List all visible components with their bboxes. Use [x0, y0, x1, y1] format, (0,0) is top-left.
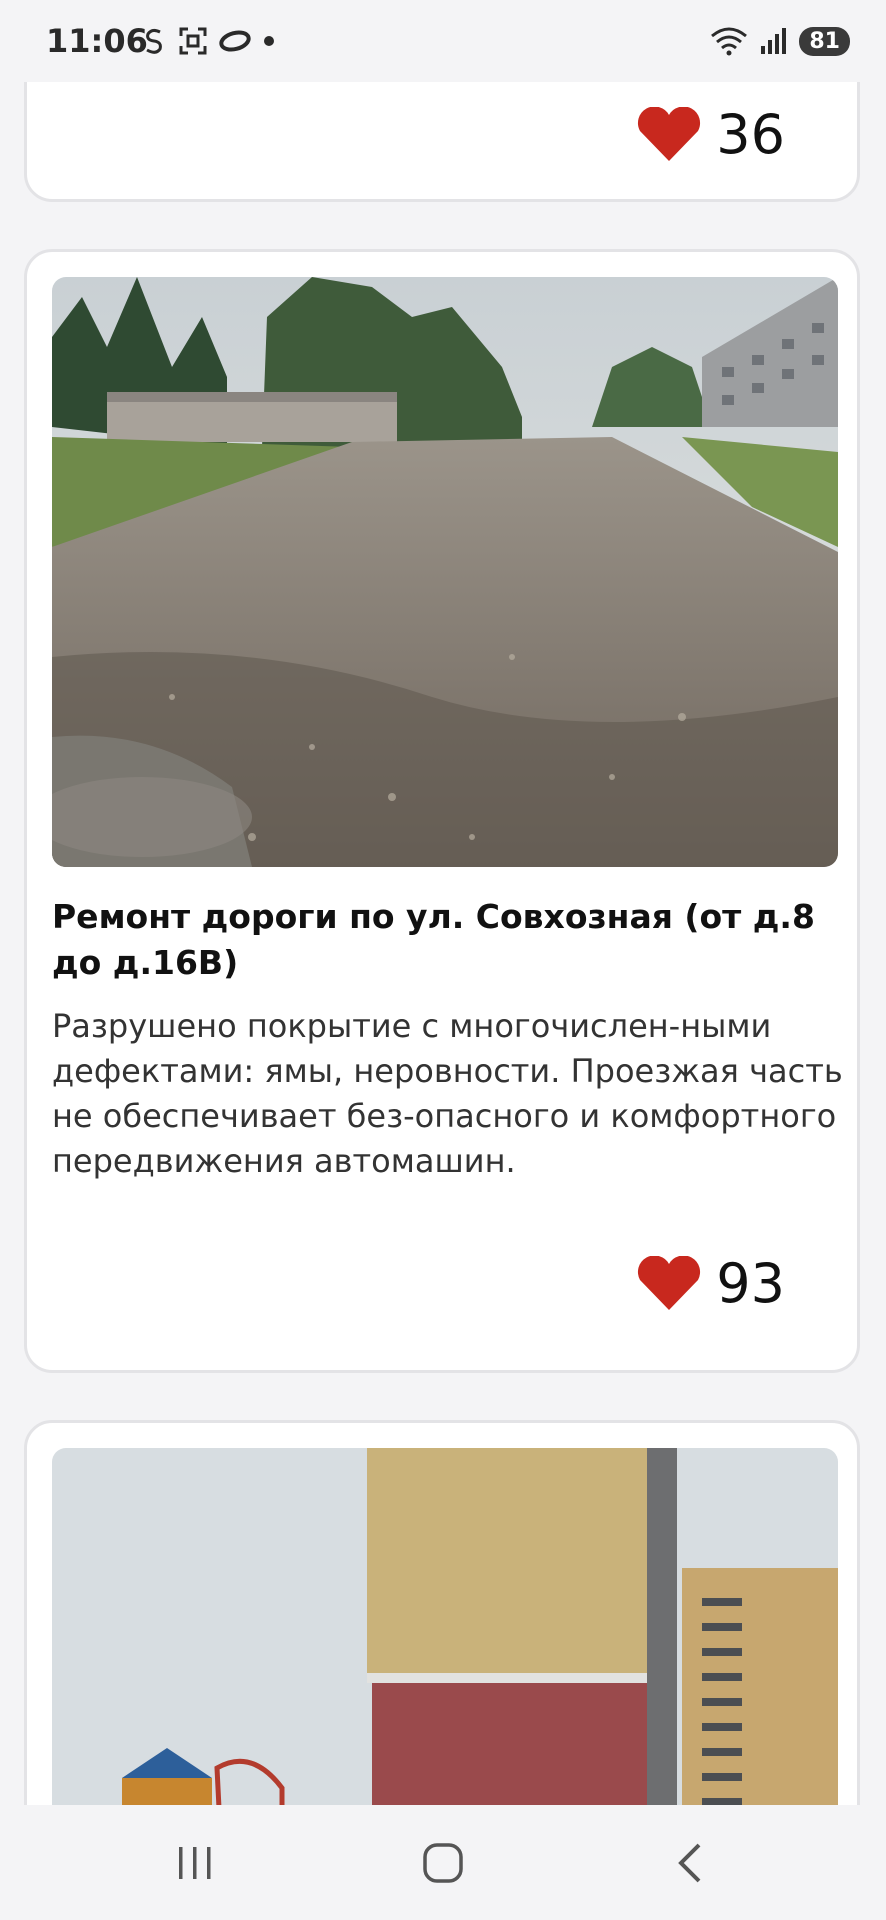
screenshot-icon: [179, 27, 207, 55]
navigation-bar: [0, 1805, 886, 1920]
project-photo[interactable]: [52, 1448, 838, 1805]
project-card[interactable]: [24, 1420, 860, 1805]
status-icons-left: [140, 26, 276, 56]
battery-level: 81: [799, 26, 850, 56]
s-circle-icon: [146, 28, 162, 54]
signal-icon: [761, 28, 787, 54]
content-feed[interactable]: 36 Ремонт дороги по ул. Совхозная (от д.…: [0, 0, 886, 1805]
status-icons-right: 81: [709, 26, 850, 56]
home-button[interactable]: [398, 1805, 488, 1920]
heart-icon: [638, 106, 701, 161]
project-description: Разрушено покрытие с многочислен-ными де…: [52, 1007, 843, 1180]
recent-apps-button[interactable]: [150, 1805, 240, 1920]
dot-icon: [264, 36, 274, 46]
home-icon: [423, 1842, 463, 1883]
status-time: 11:06: [46, 22, 148, 60]
status-bar: 11:06 81: [0, 0, 886, 82]
building-photo: [52, 1448, 838, 1805]
wifi-icon: [711, 27, 748, 56]
like-counter[interactable]: 93: [636, 1252, 785, 1315]
heart-icon: [638, 1255, 701, 1310]
like-count: 36: [716, 103, 785, 166]
back-button[interactable]: [645, 1805, 735, 1920]
road-photo: [52, 277, 838, 867]
like-counter[interactable]: 36: [636, 103, 785, 166]
project-card[interactable]: Ремонт дороги по ул. Совхозная (от д.8 д…: [24, 249, 860, 1373]
like-count: 93: [716, 1252, 785, 1315]
oval-icon: [219, 30, 251, 52]
project-title[interactable]: Ремонт дороги по ул. Совхозная (от д.8 д…: [52, 894, 852, 986]
back-icon: [678, 1843, 701, 1882]
project-photo[interactable]: [52, 277, 838, 867]
recent-apps-icon: [179, 1846, 211, 1879]
